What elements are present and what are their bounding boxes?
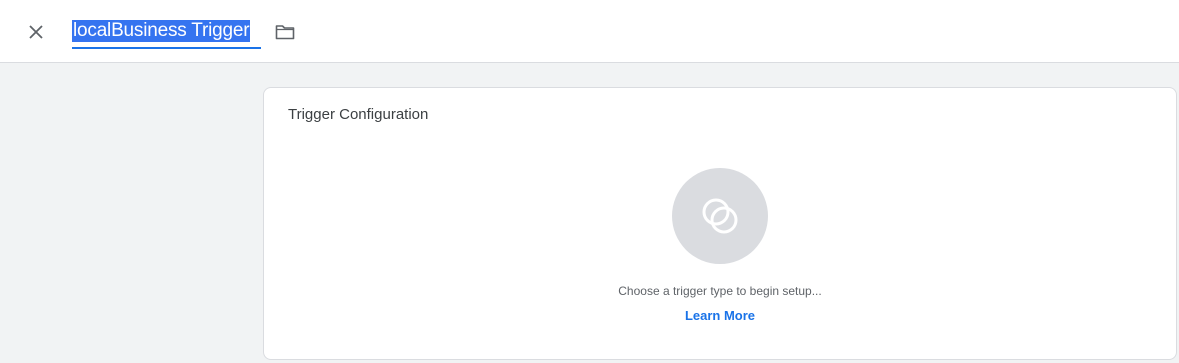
trigger-type-selector[interactable] <box>672 168 768 264</box>
setup-hint: Choose a trigger type to begin setup... <box>618 284 822 298</box>
learn-more-link[interactable]: Learn More <box>685 308 755 323</box>
trigger-configuration-card: Trigger Configuration Choose a trigger t… <box>263 87 1177 360</box>
trigger-type-icon <box>702 198 738 234</box>
card-title: Trigger Configuration <box>288 106 429 123</box>
trigger-name-field[interactable]: localBusiness Trigger <box>72 20 261 50</box>
learn-more-container: Learn More <box>264 307 1176 325</box>
trigger-name-underline <box>72 47 261 49</box>
folder-icon[interactable] <box>273 21 297 43</box>
trigger-name-input[interactable]: localBusiness Trigger <box>72 20 251 42</box>
close-icon[interactable] <box>22 18 50 46</box>
top-bar: localBusiness Trigger <box>0 0 1179 63</box>
